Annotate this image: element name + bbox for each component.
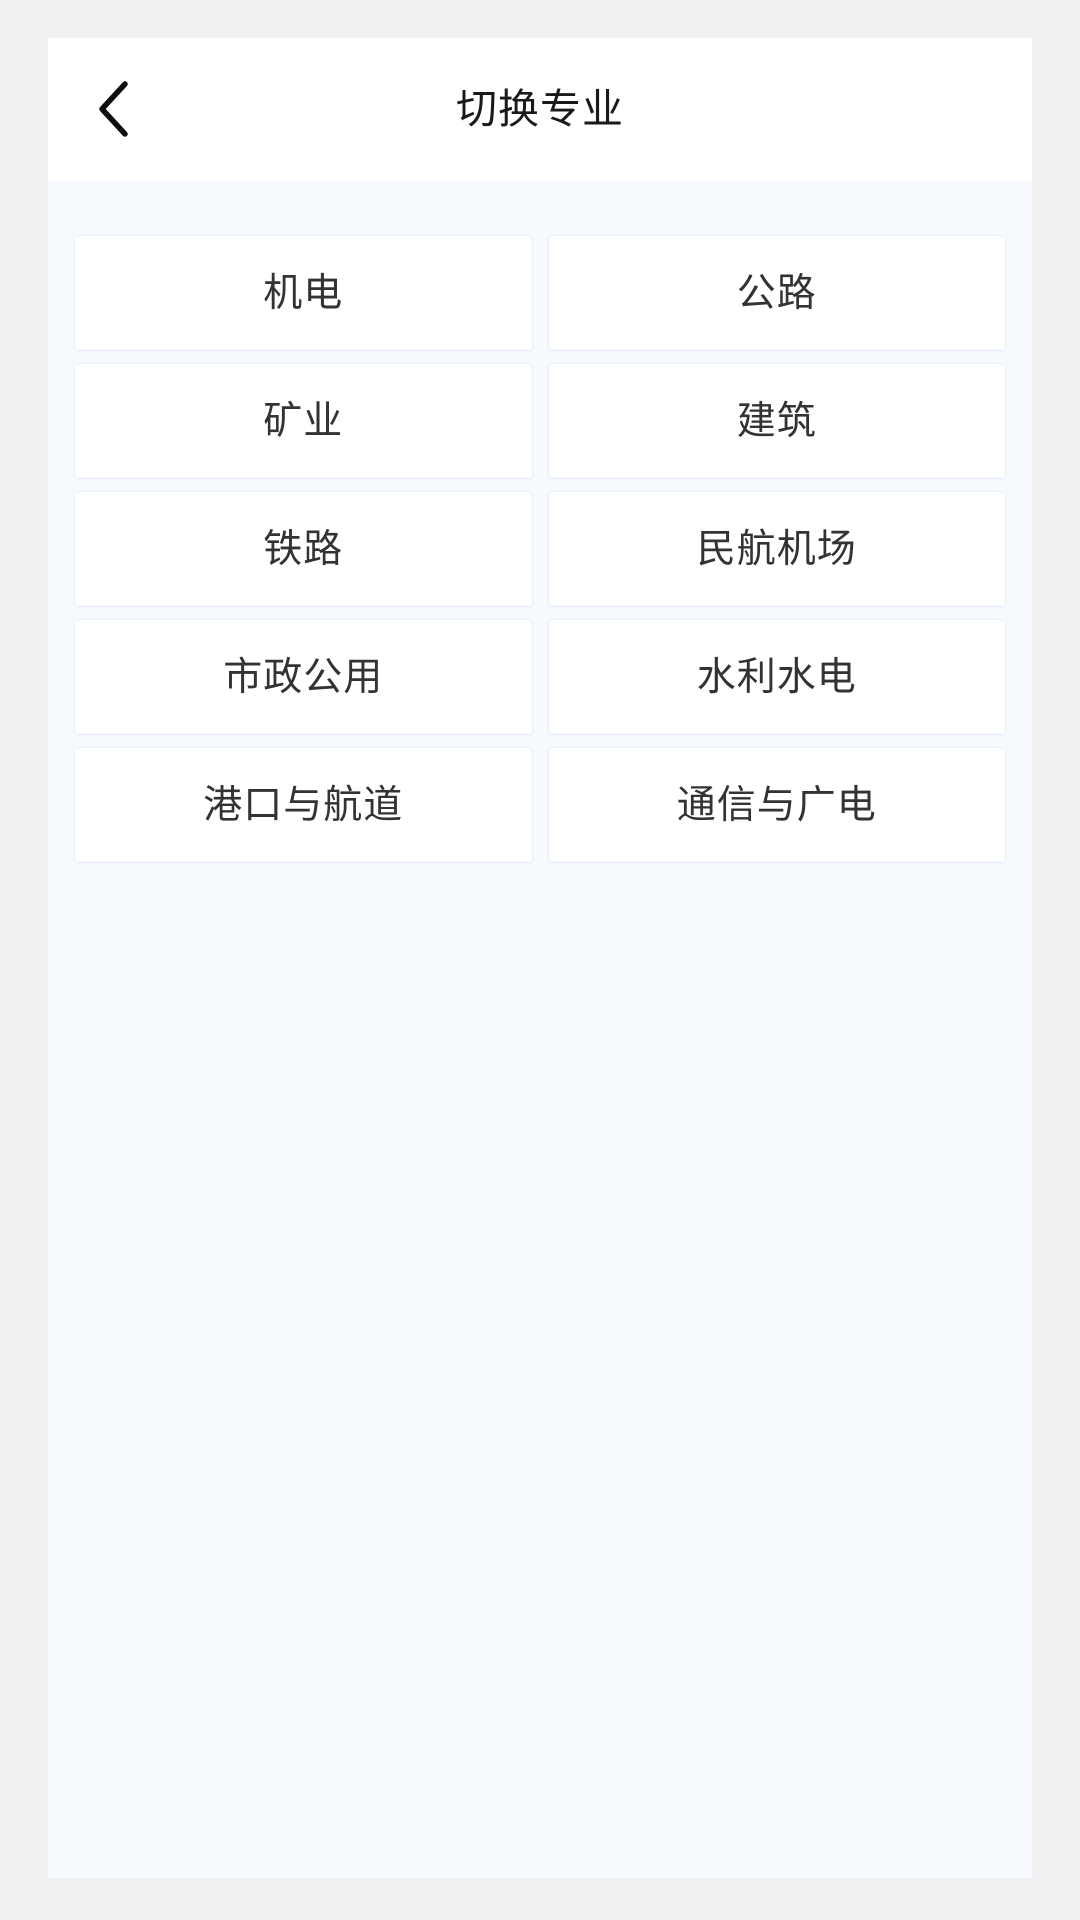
major-card-label: 通信与广电 [676, 783, 877, 827]
major-card-label: 水利水电 [696, 655, 857, 699]
major-card-minhangjichang[interactable]: 民航机场 [548, 492, 1005, 606]
major-card-label: 矿业 [263, 399, 344, 443]
major-grid: 机电 公路 矿业 建筑 铁路 民航机场 市政公用 水利水电 港口与航道 通信与广… [48, 220, 1032, 862]
chevron-left-icon [96, 80, 130, 138]
major-card-jidian[interactable]: 机电 [75, 236, 532, 350]
navigation-bar: 切换专业 [48, 38, 1032, 180]
major-card-shuilishuidian[interactable]: 水利水电 [548, 620, 1005, 734]
page-title: 切换专业 [456, 85, 624, 132]
major-card-label: 铁路 [263, 527, 344, 571]
major-card-label: 民航机场 [696, 527, 857, 571]
major-card-label: 市政公用 [223, 655, 384, 699]
back-button[interactable] [48, 38, 178, 180]
app-frame: 切换专业 机电 公路 矿业 建筑 铁路 民航机场 市政公用 水利水电 港口与航道… [48, 38, 1032, 1878]
major-card-tongxinyuguangdian[interactable]: 通信与广电 [548, 748, 1005, 862]
major-card-label: 港口与航道 [203, 783, 404, 827]
major-card-gangkouyuhangdao[interactable]: 港口与航道 [75, 748, 532, 862]
major-card-tielu[interactable]: 铁路 [75, 492, 532, 606]
content-area: 机电 公路 矿业 建筑 铁路 民航机场 市政公用 水利水电 港口与航道 通信与广… [48, 180, 1032, 1878]
major-card-shizhenggongyong[interactable]: 市政公用 [75, 620, 532, 734]
major-card-kuangye[interactable]: 矿业 [75, 364, 532, 478]
major-card-jianzhu[interactable]: 建筑 [548, 364, 1005, 478]
major-card-label: 机电 [263, 271, 344, 315]
major-card-label: 公路 [736, 271, 817, 315]
major-card-label: 建筑 [736, 399, 817, 443]
major-card-gonglu[interactable]: 公路 [548, 236, 1005, 350]
